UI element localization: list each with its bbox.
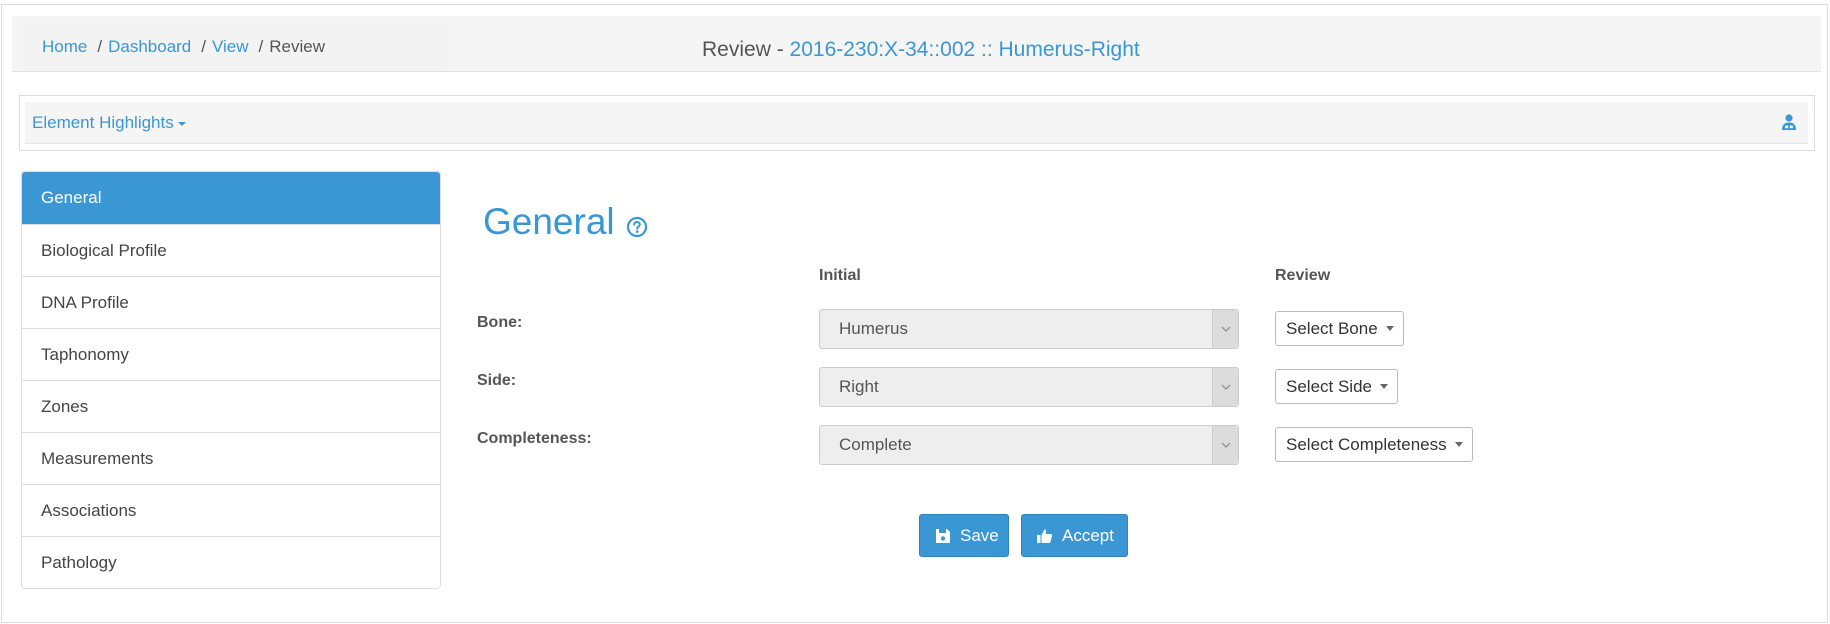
sidebar-item-biological-profile[interactable]: Biological Profile xyxy=(22,224,440,276)
breadcrumb-view-link[interactable]: View xyxy=(212,37,249,57)
initial-side-value: Right xyxy=(839,377,879,396)
sidebar-item-associations[interactable]: Associations xyxy=(22,484,440,536)
sidebar-item-measurements[interactable]: Measurements xyxy=(22,432,440,484)
breadcrumb-separator: / xyxy=(97,37,103,56)
select-arrow xyxy=(1212,426,1238,464)
initial-side-select: Right xyxy=(819,367,1239,407)
section-title-text: General xyxy=(483,201,615,242)
breadcrumb-separator: / xyxy=(201,37,206,56)
sidebar-nav: General Biological Profile DNA Profile T… xyxy=(21,171,441,589)
caret-down-icon xyxy=(177,122,186,126)
breadcrumb-home-link[interactable]: Home xyxy=(42,37,87,57)
save-button[interactable]: Save xyxy=(919,514,1009,557)
caret-down-icon xyxy=(1385,326,1394,331)
breadcrumb: Home / Dashboard / View / Review xyxy=(23,24,447,70)
sidebar-item-label: Measurements xyxy=(41,448,154,468)
page-header: Home / Dashboard / View / Review Review … xyxy=(12,16,1821,72)
section-title: General xyxy=(483,201,648,243)
sidebar-item-label: Associations xyxy=(41,500,137,520)
save-button-label: Save xyxy=(960,525,999,545)
chevron-down-icon xyxy=(1221,384,1230,390)
element-highlights-panel: Element Highlights xyxy=(19,95,1815,151)
initial-completeness-select: Complete xyxy=(819,425,1239,465)
sidebar-item-general[interactable]: General xyxy=(22,172,440,224)
caret-down-icon xyxy=(1454,442,1463,447)
accept-button-label: Accept xyxy=(1062,525,1114,545)
chevron-down-icon xyxy=(1221,442,1230,448)
floppy-disk-icon xyxy=(936,528,950,543)
review-bone-select[interactable]: Select Bone xyxy=(1275,311,1404,346)
breadcrumb-current: Review xyxy=(269,37,326,56)
select-arrow xyxy=(1212,310,1238,348)
accept-button[interactable]: Accept xyxy=(1021,514,1128,557)
page-title-prefix: Review - xyxy=(702,38,790,61)
column-header-initial: Initial xyxy=(819,267,861,284)
sidebar-item-label: DNA Profile xyxy=(41,292,129,312)
page-frame: Home / Dashboard / View / Review Review … xyxy=(1,4,1828,623)
sidebar-item-label: Biological Profile xyxy=(41,240,167,260)
select-arrow xyxy=(1212,368,1238,406)
column-header-review: Review xyxy=(1275,267,1331,284)
completeness-label: Completeness: xyxy=(477,430,592,447)
element-highlights-dropdown[interactable]: Element Highlights xyxy=(32,113,186,133)
sidebar-item-label: Pathology xyxy=(41,552,117,572)
sidebar-item-pathology[interactable]: Pathology xyxy=(22,536,440,588)
review-completeness-select[interactable]: Select Completeness xyxy=(1275,427,1473,462)
thumbs-up-icon xyxy=(1037,529,1053,543)
review-side-value: Select Side xyxy=(1286,376,1372,396)
breadcrumb-separator: / xyxy=(258,37,264,56)
review-bone-value: Select Bone xyxy=(1286,318,1378,338)
sidebar-item-zones[interactable]: Zones xyxy=(22,380,440,432)
question-circle-icon[interactable] xyxy=(626,216,648,238)
sidebar-item-label: General xyxy=(41,188,102,207)
initial-bone-select: Humerus xyxy=(819,309,1239,349)
element-highlights-bar: Element Highlights xyxy=(25,102,1808,144)
sidebar-item-taphonomy[interactable]: Taphonomy xyxy=(22,328,440,380)
chevron-down-icon xyxy=(1221,326,1230,332)
caret-down-icon xyxy=(1380,384,1388,389)
side-label: Side: xyxy=(477,372,517,389)
initial-completeness-value: Complete xyxy=(839,435,912,454)
review-side-select[interactable]: Select Side xyxy=(1275,369,1398,404)
sidebar-item-label: Zones xyxy=(41,396,89,416)
page-title: Review - 2016-230:X-34::002 :: Humerus-R… xyxy=(702,38,1140,62)
breadcrumb-dashboard-link[interactable]: Dashboard xyxy=(108,37,191,57)
element-highlights-label: Element Highlights xyxy=(32,113,174,132)
bone-label: Bone: xyxy=(477,314,523,331)
user-icon[interactable] xyxy=(1780,113,1798,131)
page-title-record: 2016-230:X-34::002 :: Humerus-Right xyxy=(789,38,1140,61)
sidebar-item-dna-profile[interactable]: DNA Profile xyxy=(22,276,440,328)
sidebar-item-label: Taphonomy xyxy=(41,344,129,364)
initial-bone-value: Humerus xyxy=(839,319,908,338)
review-completeness-value: Select Completeness xyxy=(1286,434,1447,454)
